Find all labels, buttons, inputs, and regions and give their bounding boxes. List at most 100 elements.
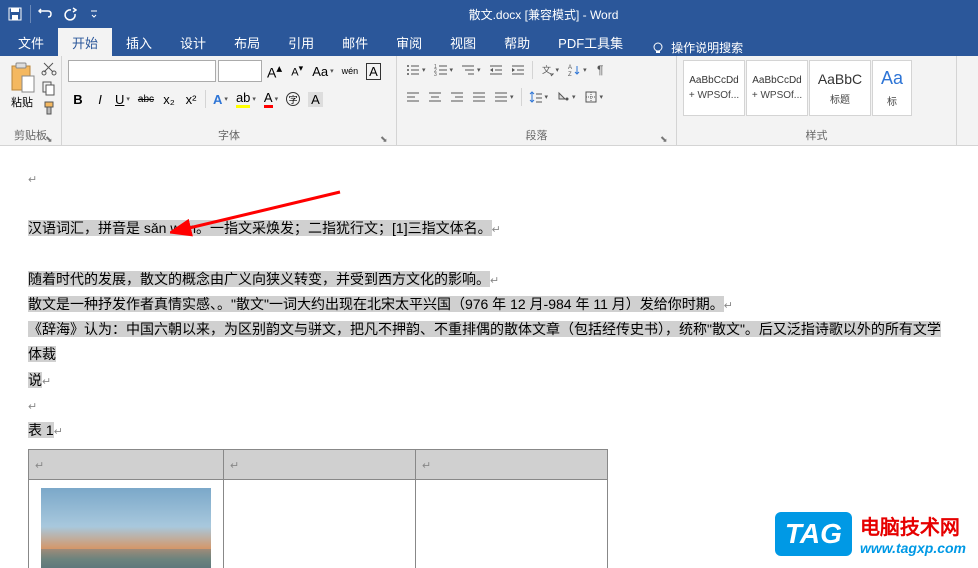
redo-button[interactable] [59, 3, 81, 25]
char-circle-button[interactable]: 字 [283, 89, 303, 109]
numbering-button[interactable]: 123 [431, 60, 457, 80]
tab-mailings[interactable]: 邮件 [328, 28, 382, 56]
paragraph-launcher[interactable]: ⬊ [660, 129, 672, 141]
para-empty-2 [28, 393, 950, 418]
paragraph-group: 123 文 AZ ¶ 段落 ⬊ [397, 56, 677, 145]
tab-review[interactable]: 审阅 [382, 28, 436, 56]
watermark-logo: TAG 电脑技术网 www.tagxp.com [775, 511, 966, 556]
direction-icon: 文 [540, 63, 554, 77]
tab-help[interactable]: 帮助 [490, 28, 544, 56]
text-effects-button[interactable]: A [210, 89, 231, 109]
table-cell[interactable] [29, 450, 224, 480]
style-title[interactable]: AaBbC 标题 [809, 60, 871, 116]
sort-button[interactable]: AZ [564, 60, 590, 80]
subscript-button[interactable]: x₂ [159, 89, 179, 109]
document-table [28, 449, 608, 568]
increase-indent-button[interactable] [508, 60, 528, 80]
para-1: 汉语词汇，拼音是 sǎn wén。一指文采焕发；二指犹行文；[1]三指文体名。 [28, 216, 950, 241]
svg-text:A: A [568, 65, 572, 71]
font-color-button[interactable]: A [261, 89, 281, 109]
table-cell[interactable] [224, 480, 416, 568]
undo-button[interactable] [35, 3, 57, 25]
bullets-button[interactable] [403, 60, 429, 80]
tab-home[interactable]: 开始 [58, 28, 112, 56]
align-center-icon [428, 90, 442, 104]
align-right-button[interactable] [447, 87, 467, 107]
copy-button[interactable] [41, 80, 59, 98]
justify-icon [472, 90, 486, 104]
table-cell-image[interactable] [29, 480, 224, 568]
distributed-button[interactable] [491, 87, 517, 107]
bucket-icon [556, 90, 570, 104]
table-cell[interactable] [416, 480, 608, 568]
multilevel-icon [461, 63, 475, 77]
italic-button[interactable]: I [90, 89, 110, 109]
decrease-indent-button[interactable] [486, 60, 506, 80]
clipboard-launcher[interactable]: ⬊ [45, 129, 57, 141]
format-painter-button[interactable] [41, 100, 59, 118]
superscript-button[interactable]: x² [181, 89, 201, 109]
style-wpsof-2[interactable]: AaBbCcDd + WPSOf... [746, 60, 808, 116]
style-heading[interactable]: Aa 标 [872, 60, 912, 116]
table-cell[interactable] [224, 450, 416, 480]
underline-button[interactable]: U [112, 89, 133, 109]
outdent-icon [489, 63, 503, 77]
para-4: 《辞海》认为：中国六朝以来，为区别韵文与骈文，把凡不押韵、不重排偶的散体文章（包… [28, 317, 950, 367]
landscape-image [41, 488, 211, 568]
bullets-icon [406, 63, 420, 77]
document-content[interactable]: 汉语词汇，拼音是 sǎn wén。一指文采焕发；二指犹行文；[1]三指文体名。 … [0, 146, 978, 568]
qat-customize-button[interactable] [83, 3, 105, 25]
justify-button[interactable] [469, 87, 489, 107]
tab-insert[interactable]: 插入 [112, 28, 166, 56]
para-separator-2 [521, 88, 522, 106]
brush-icon [41, 100, 57, 116]
copy-icon [41, 80, 57, 96]
table-cell[interactable] [416, 450, 608, 480]
align-left-icon [406, 90, 420, 104]
multilevel-button[interactable] [458, 60, 484, 80]
borders-button[interactable] [581, 87, 607, 107]
font-launcher[interactable]: ⬊ [380, 129, 392, 141]
numbering-icon: 123 [434, 63, 448, 77]
line-spacing-button[interactable] [526, 87, 552, 107]
paste-label: 粘贴 [11, 94, 33, 110]
font-name-select[interactable] [68, 60, 216, 82]
cut-button[interactable] [41, 60, 59, 78]
phonetic-guide-button[interactable]: wén [339, 61, 362, 81]
grow-font-button[interactable]: A▴ [264, 61, 285, 81]
tell-me-search[interactable]: 操作说明搜索 [651, 39, 743, 56]
ribbon-tabs: 文件 开始 插入 设计 布局 引用 邮件 审阅 视图 帮助 PDF工具集 操作说… [0, 28, 978, 56]
tab-design[interactable]: 设计 [166, 28, 220, 56]
tab-pdf[interactable]: PDF工具集 [544, 28, 637, 56]
shading-button[interactable] [553, 87, 579, 107]
tab-file[interactable]: 文件 [4, 28, 58, 56]
text-direction-button[interactable]: 文 [537, 60, 563, 80]
document-area[interactable]: 汉语词汇，拼音是 sǎn wén。一指文采焕发；二指犹行文；[1]三指文体名。 … [0, 146, 978, 568]
highlight-button[interactable]: ab [233, 89, 259, 109]
tab-layout[interactable]: 布局 [220, 28, 274, 56]
paste-icon [8, 62, 36, 94]
svg-text:3: 3 [434, 72, 437, 77]
styles-group-label: 样式 [677, 125, 956, 143]
char-border-button[interactable]: A [363, 61, 384, 81]
shrink-font-button[interactable]: A▾ [287, 61, 307, 81]
svg-text:¶: ¶ [597, 63, 603, 77]
font-size-select[interactable] [218, 60, 262, 82]
change-case-button[interactable]: Aa [309, 61, 336, 81]
style-wpsof-1[interactable]: AaBbCcDd + WPSOf... [683, 60, 745, 116]
logo-line1: 电脑技术网 [860, 511, 966, 540]
sort-icon: AZ [567, 63, 581, 77]
strike-button[interactable]: abc [135, 89, 157, 109]
tab-view[interactable]: 视图 [436, 28, 490, 56]
align-center-button[interactable] [425, 87, 445, 107]
align-left-button[interactable] [403, 87, 423, 107]
show-marks-button[interactable]: ¶ [592, 60, 612, 80]
window-title: 散文.docx [兼容模式] - Word [109, 6, 978, 23]
char-shading-button[interactable]: A [305, 89, 326, 109]
save-button[interactable] [4, 3, 26, 25]
para-empty [28, 166, 950, 191]
ribbon: 粘贴 剪贴板 ⬊ A▴ A▾ Aa wén A B I [0, 56, 978, 146]
tab-references[interactable]: 引用 [274, 28, 328, 56]
bold-button[interactable]: B [68, 89, 88, 109]
logo-line2: www.tagxp.com [860, 540, 966, 556]
